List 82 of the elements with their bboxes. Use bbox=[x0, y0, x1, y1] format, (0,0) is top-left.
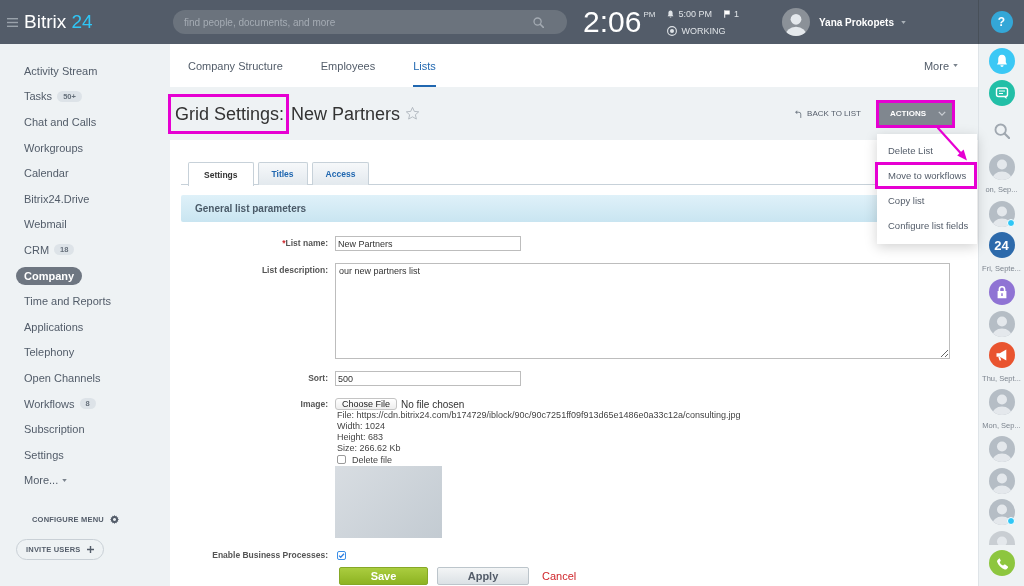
search-icon[interactable] bbox=[993, 123, 1010, 139]
field-label: List description: bbox=[261, 264, 328, 277]
record-icon bbox=[667, 25, 678, 36]
sidebar-item[interactable]: Subscription bbox=[16, 420, 93, 439]
menu-item[interactable]: Move to workflows bbox=[878, 165, 974, 186]
avatar[interactable] bbox=[988, 200, 1015, 227]
nav-tab[interactable]: Company Structure bbox=[188, 44, 283, 87]
chat-bubble-icon[interactable] bbox=[988, 79, 1015, 106]
file-status-text: No file chosen bbox=[401, 398, 465, 410]
form-tab[interactable]: Settings bbox=[188, 162, 254, 186]
more-tab[interactable]: More bbox=[923, 44, 958, 87]
avatar[interactable] bbox=[988, 467, 1015, 494]
form-tab[interactable]: Access bbox=[311, 162, 370, 185]
bell-icon bbox=[667, 9, 675, 18]
megaphone-icon[interactable] bbox=[988, 342, 1015, 368]
page-title: New Partners bbox=[291, 102, 401, 125]
sidebar-item[interactable]: Bitrix24.Drive bbox=[16, 189, 98, 208]
status-badge-icon bbox=[1006, 517, 1015, 525]
flag-count: 1 bbox=[733, 8, 739, 19]
checkbox[interactable] bbox=[337, 455, 346, 464]
field-label: *List name: bbox=[282, 237, 328, 250]
back-arrow-icon bbox=[795, 109, 803, 118]
chevron-icon bbox=[938, 111, 946, 116]
avatar[interactable] bbox=[988, 153, 1015, 180]
clock-period: PM bbox=[643, 10, 656, 19]
sidebar-item[interactable]: Webmail bbox=[16, 215, 75, 234]
status-badge-icon bbox=[1006, 218, 1015, 227]
flag-icon bbox=[723, 9, 730, 18]
form-tab[interactable]: Titles bbox=[257, 162, 308, 185]
sidebar-item[interactable]: Company bbox=[16, 266, 83, 285]
sidebar-item[interactable]: Open Channels bbox=[16, 368, 109, 387]
page-title: Grid Settings: bbox=[175, 102, 285, 125]
caret-icon bbox=[953, 64, 958, 67]
text-field[interactable]: New Partners bbox=[335, 236, 521, 251]
more-menu-link[interactable]: More... bbox=[16, 471, 76, 490]
sidebar-item[interactable]: Settings bbox=[16, 445, 72, 464]
sidebar-item[interactable]: Telephony bbox=[16, 343, 83, 362]
checkbox-label: Delete file bbox=[352, 454, 393, 465]
choose-file-button[interactable]: Choose File bbox=[335, 398, 398, 410]
sidebar-item[interactable]: Workgroups bbox=[16, 138, 92, 157]
file-info-text: Width: 1024 bbox=[337, 421, 386, 431]
gear-icon bbox=[109, 514, 119, 524]
avatar[interactable] bbox=[988, 530, 1015, 545]
apply-button[interactable]: Apply bbox=[437, 567, 529, 585]
cancel-link[interactable]: Cancel bbox=[542, 570, 577, 582]
alarm-time: 5:00 PM bbox=[678, 8, 712, 19]
actions-button[interactable]: ACTIONS bbox=[879, 102, 952, 125]
file-info-text: Size: 266.62 Kb bbox=[337, 443, 401, 453]
lock-icon[interactable] bbox=[988, 279, 1015, 305]
sidebar-item[interactable]: Chat and Calls bbox=[16, 113, 105, 131]
work-status[interactable]: WORKING bbox=[681, 25, 726, 36]
user-avatar[interactable] bbox=[781, 8, 810, 36]
plus-icon bbox=[86, 546, 94, 554]
avatar[interactable] bbox=[988, 436, 1015, 462]
sidebar-item[interactable]: Activity Stream bbox=[16, 61, 106, 80]
sidebar-item[interactable]: Calendar bbox=[16, 164, 77, 183]
back-to-list-link[interactable]: BACK TO LIST bbox=[795, 109, 861, 118]
menu-icon[interactable] bbox=[7, 17, 18, 27]
field-label: Enable Business Processes: bbox=[212, 550, 328, 560]
clock-time: 2:06 bbox=[583, 7, 642, 37]
star-icon[interactable] bbox=[405, 106, 421, 121]
user-name[interactable]: Yana Prokopets bbox=[818, 16, 894, 28]
description-field[interactable]: our new partners list bbox=[335, 263, 950, 359]
avatar[interactable] bbox=[988, 389, 1015, 415]
phone-icon[interactable] bbox=[988, 550, 1015, 576]
menu-item[interactable]: Delete List bbox=[877, 138, 977, 163]
field-label: Sort: bbox=[308, 372, 328, 385]
avatar[interactable] bbox=[988, 499, 1015, 525]
group-chat-button[interactable]: 24 bbox=[988, 232, 1015, 258]
sidebar-item[interactable]: Applications bbox=[16, 317, 92, 336]
avatar[interactable] bbox=[988, 310, 1015, 337]
file-info-text: Height: 683 bbox=[337, 432, 384, 442]
checkbox[interactable] bbox=[337, 550, 346, 560]
nav-tab[interactable]: Employees bbox=[320, 44, 376, 87]
caret-icon[interactable] bbox=[901, 20, 906, 24]
sidebar-item[interactable]: Time and Reports bbox=[16, 292, 120, 311]
caret-icon bbox=[62, 478, 68, 482]
text-field[interactable]: 500 bbox=[335, 371, 521, 386]
logo[interactable]: Bitrix 24 bbox=[24, 11, 93, 33]
file-info-text: File: https://cdn.bitrix24.com/b174729/iblock/90c/90c7251ff09f913d65e1486e0a33c12a/consulting.jpg bbox=[337, 410, 741, 420]
notifications-bell-icon[interactable] bbox=[988, 48, 1015, 74]
field-label: Image: bbox=[300, 398, 328, 410]
